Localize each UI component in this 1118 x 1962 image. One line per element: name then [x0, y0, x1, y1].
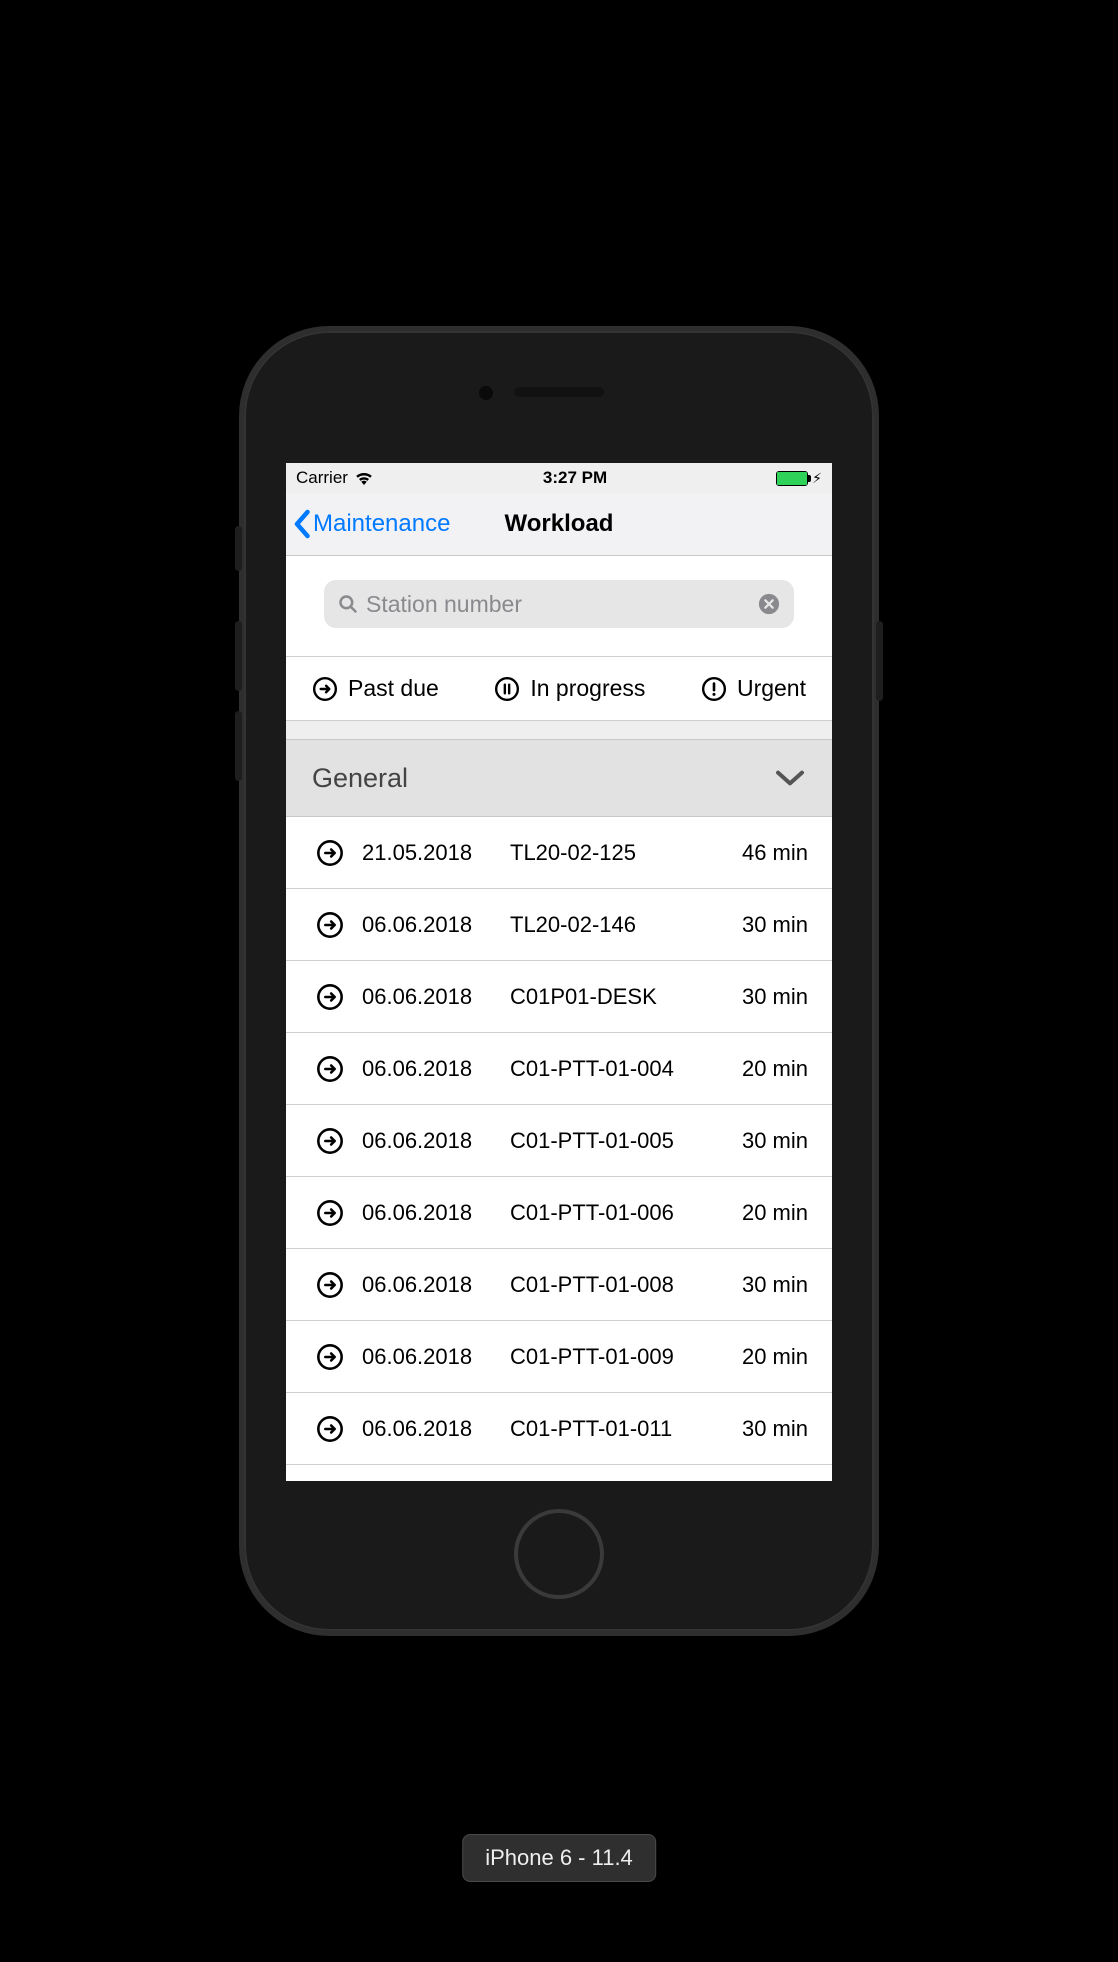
search-container [286, 556, 832, 657]
chevron-left-icon [292, 509, 311, 539]
row-date: 06.06.2018 [362, 984, 492, 1010]
arrow-right-circle-icon [316, 983, 344, 1011]
arrow-right-circle-icon [316, 1343, 344, 1371]
device-side-button [876, 621, 883, 701]
row-code: C01P01-DESK [510, 984, 724, 1010]
row-code: C01-PTT-01-009 [510, 1344, 724, 1370]
exclamation-circle-icon [701, 676, 727, 702]
filter-past-due[interactable]: Past due [312, 675, 439, 702]
row-duration: 30 min [742, 984, 808, 1010]
row-duration: 20 min [742, 1056, 808, 1082]
row-date: 06.06.2018 [362, 1056, 492, 1082]
arrow-right-circle-icon [316, 1127, 344, 1155]
row-date: 06.06.2018 [362, 1128, 492, 1154]
row-duration: 20 min [742, 1344, 808, 1370]
row-date: 21.05.2018 [362, 840, 492, 866]
workload-row[interactable]: 06.06.2018 C01-PTT-01-006 20 min [286, 1177, 832, 1249]
row-code: C01-PTT-01-004 [510, 1056, 724, 1082]
row-date: 06.06.2018 [362, 1272, 492, 1298]
workload-row[interactable]: 06.06.2018 C01-PTT-01-011 30 min [286, 1393, 832, 1465]
row-code: C01-PTT-01-005 [510, 1128, 724, 1154]
filter-label: Past due [348, 675, 439, 702]
arrow-right-circle-icon [316, 911, 344, 939]
wifi-icon [354, 471, 374, 485]
arrow-right-circle-icon [312, 676, 338, 702]
section-title: General [312, 763, 408, 794]
back-label: Maintenance [313, 510, 450, 538]
chevron-down-icon [774, 768, 806, 788]
arrow-right-circle-icon [316, 1199, 344, 1227]
status-bar: Carrier 3:27 PM ⚡︎ [286, 463, 832, 493]
row-code: TL20-02-125 [510, 840, 724, 866]
row-duration: 46 min [742, 840, 808, 866]
row-date: 06.06.2018 [362, 1344, 492, 1370]
row-code: C01-PTT-01-011 [510, 1416, 724, 1442]
filter-urgent[interactable]: Urgent [701, 675, 806, 702]
row-date: 06.06.2018 [362, 1416, 492, 1442]
row-code: C01-PTT-01-008 [510, 1272, 724, 1298]
row-duration: 30 min [742, 1272, 808, 1298]
section-header[interactable]: General [286, 739, 832, 817]
arrow-right-circle-icon [316, 839, 344, 867]
device-side-button [235, 526, 242, 571]
workload-row[interactable]: 06.06.2018 C01-PTT-01-005 30 min [286, 1105, 832, 1177]
row-duration: 20 min [742, 1200, 808, 1226]
workload-row[interactable]: 06.06.2018 C01-PTT-01-009 20 min [286, 1321, 832, 1393]
row-duration: 30 min [742, 1128, 808, 1154]
clear-icon[interactable] [758, 593, 780, 615]
search-input[interactable] [366, 591, 750, 618]
workload-row[interactable]: 06.06.2018 C01P01-DESK 30 min [286, 961, 832, 1033]
back-button[interactable]: Maintenance [292, 509, 450, 539]
charging-icon: ⚡︎ [812, 470, 822, 487]
search-icon [338, 594, 358, 614]
row-duration: 30 min [742, 912, 808, 938]
workload-list: 21.05.2018 TL20-02-125 46 min 06.06.2018 TL2… [286, 817, 832, 1481]
row-date: 06.06.2018 [362, 912, 492, 938]
clock-label: 3:27 PM [543, 468, 607, 488]
filter-label: In progress [530, 675, 645, 702]
workload-row[interactable]: 06.06.2018 C01-PTT-01-008 30 min [286, 1249, 832, 1321]
filter-bar: Past due In progress Urgent [286, 657, 832, 721]
row-date: 06.06.2018 [362, 1200, 492, 1226]
carrier-label: Carrier [296, 468, 348, 488]
workload-row[interactable]: 06.06.2018 C01-PTT-01-004 20 min [286, 1033, 832, 1105]
home-button[interactable] [514, 1509, 604, 1599]
row-code: TL20-02-146 [510, 912, 724, 938]
search-field[interactable] [324, 580, 794, 628]
nav-bar: Maintenance Workload [286, 493, 832, 556]
arrow-right-circle-icon [316, 1055, 344, 1083]
spacer [286, 721, 832, 739]
row-duration: 30 min [742, 1416, 808, 1442]
row-code: C01-PTT-01-006 [510, 1200, 724, 1226]
device-frame: Carrier 3:27 PM ⚡︎ Maintenance Workload [239, 326, 879, 1636]
arrow-right-circle-icon [316, 1415, 344, 1443]
battery-icon [776, 471, 808, 486]
device-caption: iPhone 6 - 11.4 [462, 1834, 656, 1882]
device-camera [479, 386, 493, 400]
workload-row[interactable]: 21.05.2018 TL20-02-125 46 min [286, 817, 832, 889]
workload-row[interactable]: 06.06.2018 TL20-02-146 30 min [286, 889, 832, 961]
arrow-right-circle-icon [316, 1271, 344, 1299]
screen: Carrier 3:27 PM ⚡︎ Maintenance Workload [286, 463, 832, 1481]
pause-circle-icon [494, 676, 520, 702]
filter-label: Urgent [737, 675, 806, 702]
device-side-button [235, 711, 242, 781]
filter-in-progress[interactable]: In progress [494, 675, 645, 702]
device-side-button [235, 621, 242, 691]
